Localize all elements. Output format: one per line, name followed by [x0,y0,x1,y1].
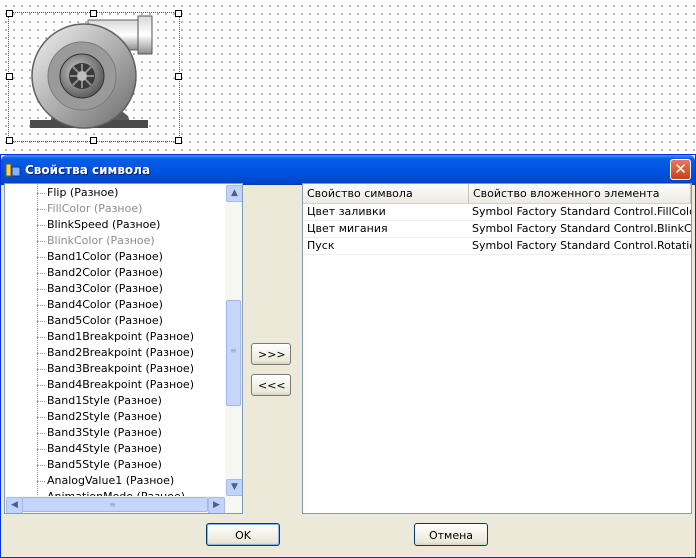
symbol-property-cell[interactable]: Цвет мигания [305,221,469,237]
list-item[interactable]: Band5Color (Разное) [47,313,163,329]
tree-connector [37,257,45,258]
resize-handle-tl[interactable] [6,10,13,17]
symbol-property-cell[interactable]: Цвет заливки [305,204,469,220]
horizontal-scroll-thumb[interactable]: ≡ [22,497,208,512]
vertical-scrollbar[interactable]: ▲ ≡ ▼ [225,184,242,497]
tree-connector [37,449,45,450]
add-mapping-button[interactable]: >>> [251,343,291,365]
tree-connector [37,241,45,242]
tree-connector [37,289,45,290]
list-item[interactable]: Band4Breakpoint (Разное) [47,377,194,393]
tree-connector [37,273,45,274]
chevron-right-icon: ▶ [213,500,220,510]
list-item[interactable]: Band3Style (Разное) [47,425,162,441]
list-item[interactable]: Band2Color (Разное) [47,265,163,281]
grip-icon: ≡ [109,500,116,509]
remove-mapping-button[interactable]: <<< [251,374,291,396]
grid-header: Свойство символа Свойство вложенного эле… [303,184,691,204]
scroll-right-button[interactable]: ▶ [208,497,225,513]
resize-handle-bl[interactable] [6,137,13,144]
list-item[interactable]: BlinkSpeed (Разное) [47,217,160,233]
list-item[interactable]: Band1Breakpoint (Разное) [47,329,194,345]
nested-property-cell[interactable]: Symbol Factory Standard Control.BlinkCol… [470,221,691,237]
horizontal-scrollbar[interactable]: ◀ ≡ ▶ [5,496,242,513]
resize-handle-mr[interactable] [175,73,182,80]
list-item[interactable]: Band5Style (Разное) [47,457,162,473]
dialog-titlebar[interactable]: Свойства символа ✕ [1,155,695,185]
resize-handle-tr[interactable] [175,10,182,17]
tree-connector [37,481,45,482]
mapped-properties-grid[interactable]: Свойство символа Свойство вложенного эле… [302,183,692,514]
designer-canvas[interactable] [0,0,696,152]
nested-property-cell[interactable]: Symbol Factory Standard Control.Rotation [470,238,691,254]
list-item[interactable]: FillColor (Разное) [47,201,142,217]
scroll-down-button[interactable]: ▼ [226,479,242,496]
table-row[interactable]: Пуск Symbol Factory Standard Control.Rota… [303,238,691,255]
tree-connector [37,337,45,338]
close-icon: ✕ [674,160,687,178]
chevron-up-icon: ▲ [231,188,238,198]
list-item[interactable]: Band1Style (Разное) [47,393,162,409]
tree-connector [37,401,45,402]
symbol-properties-dialog: Свойства символа ✕ Flip (Разное) FillColo… [0,154,696,558]
vertical-scroll-thumb[interactable]: ≡ [226,300,241,406]
resize-handle-ml[interactable] [6,73,13,80]
chevron-left-icon: ◀ [11,500,18,510]
tree-connector [37,353,45,354]
list-item[interactable]: Band4Style (Разное) [47,441,162,457]
available-properties-list[interactable]: Flip (Разное) FillColor (Разное) BlinkSpee… [4,183,243,514]
list-item[interactable]: BlinkColor (Разное) [47,233,155,249]
ok-button[interactable]: OK [206,523,280,546]
tree-connector [37,225,45,226]
pump-symbol-icon[interactable] [26,14,160,138]
tree-connector [37,184,38,497]
tree-connector [37,321,45,322]
resize-handle-br[interactable] [175,137,182,144]
list-item[interactable]: Band1Color (Разное) [47,249,163,265]
tree-connector [37,369,45,370]
app-icon [5,163,21,177]
list-item[interactable]: AnalogValue1 (Разное) [47,473,174,489]
property-tree: Flip (Разное) FillColor (Разное) BlinkSpee… [5,184,225,497]
column-header-symbol-property[interactable]: Свойство символа [303,184,469,203]
scroll-left-button[interactable]: ◀ [6,497,23,513]
list-item[interactable]: Band2Breakpoint (Разное) [47,345,194,361]
close-button[interactable]: ✕ [670,159,691,180]
tree-connector [37,305,45,306]
tree-connector [37,209,45,210]
list-item[interactable]: Flip (Разное) [47,185,118,201]
table-row[interactable]: Цвет мигания Symbol Factory Standard Cont… [303,221,691,238]
list-item[interactable]: Band3Breakpoint (Разное) [47,361,194,377]
list-item[interactable]: Band2Style (Разное) [47,409,162,425]
cancel-button[interactable]: Отмена [414,523,488,546]
tree-connector [37,417,45,418]
list-item[interactable]: Band4Color (Разное) [47,297,163,313]
table-row[interactable]: Цвет заливки Symbol Factory Standard Cont… [303,204,691,221]
tree-connector [37,433,45,434]
column-header-nested-property[interactable]: Свойство вложенного элемента [469,184,691,203]
symbol-property-cell[interactable]: Пуск [305,238,469,254]
tree-connector [37,465,45,466]
dialog-title: Свойства символа [25,163,151,177]
tree-connector [37,193,45,194]
nested-property-cell[interactable]: Symbol Factory Standard Control.FillColo… [470,204,691,220]
resize-handle-bm[interactable] [90,137,97,144]
list-item[interactable]: Band3Color (Разное) [47,281,163,297]
tree-connector [37,385,45,386]
grip-icon: ≡ [230,346,237,355]
scroll-up-button[interactable]: ▲ [226,185,242,202]
chevron-down-icon: ▼ [231,482,238,492]
